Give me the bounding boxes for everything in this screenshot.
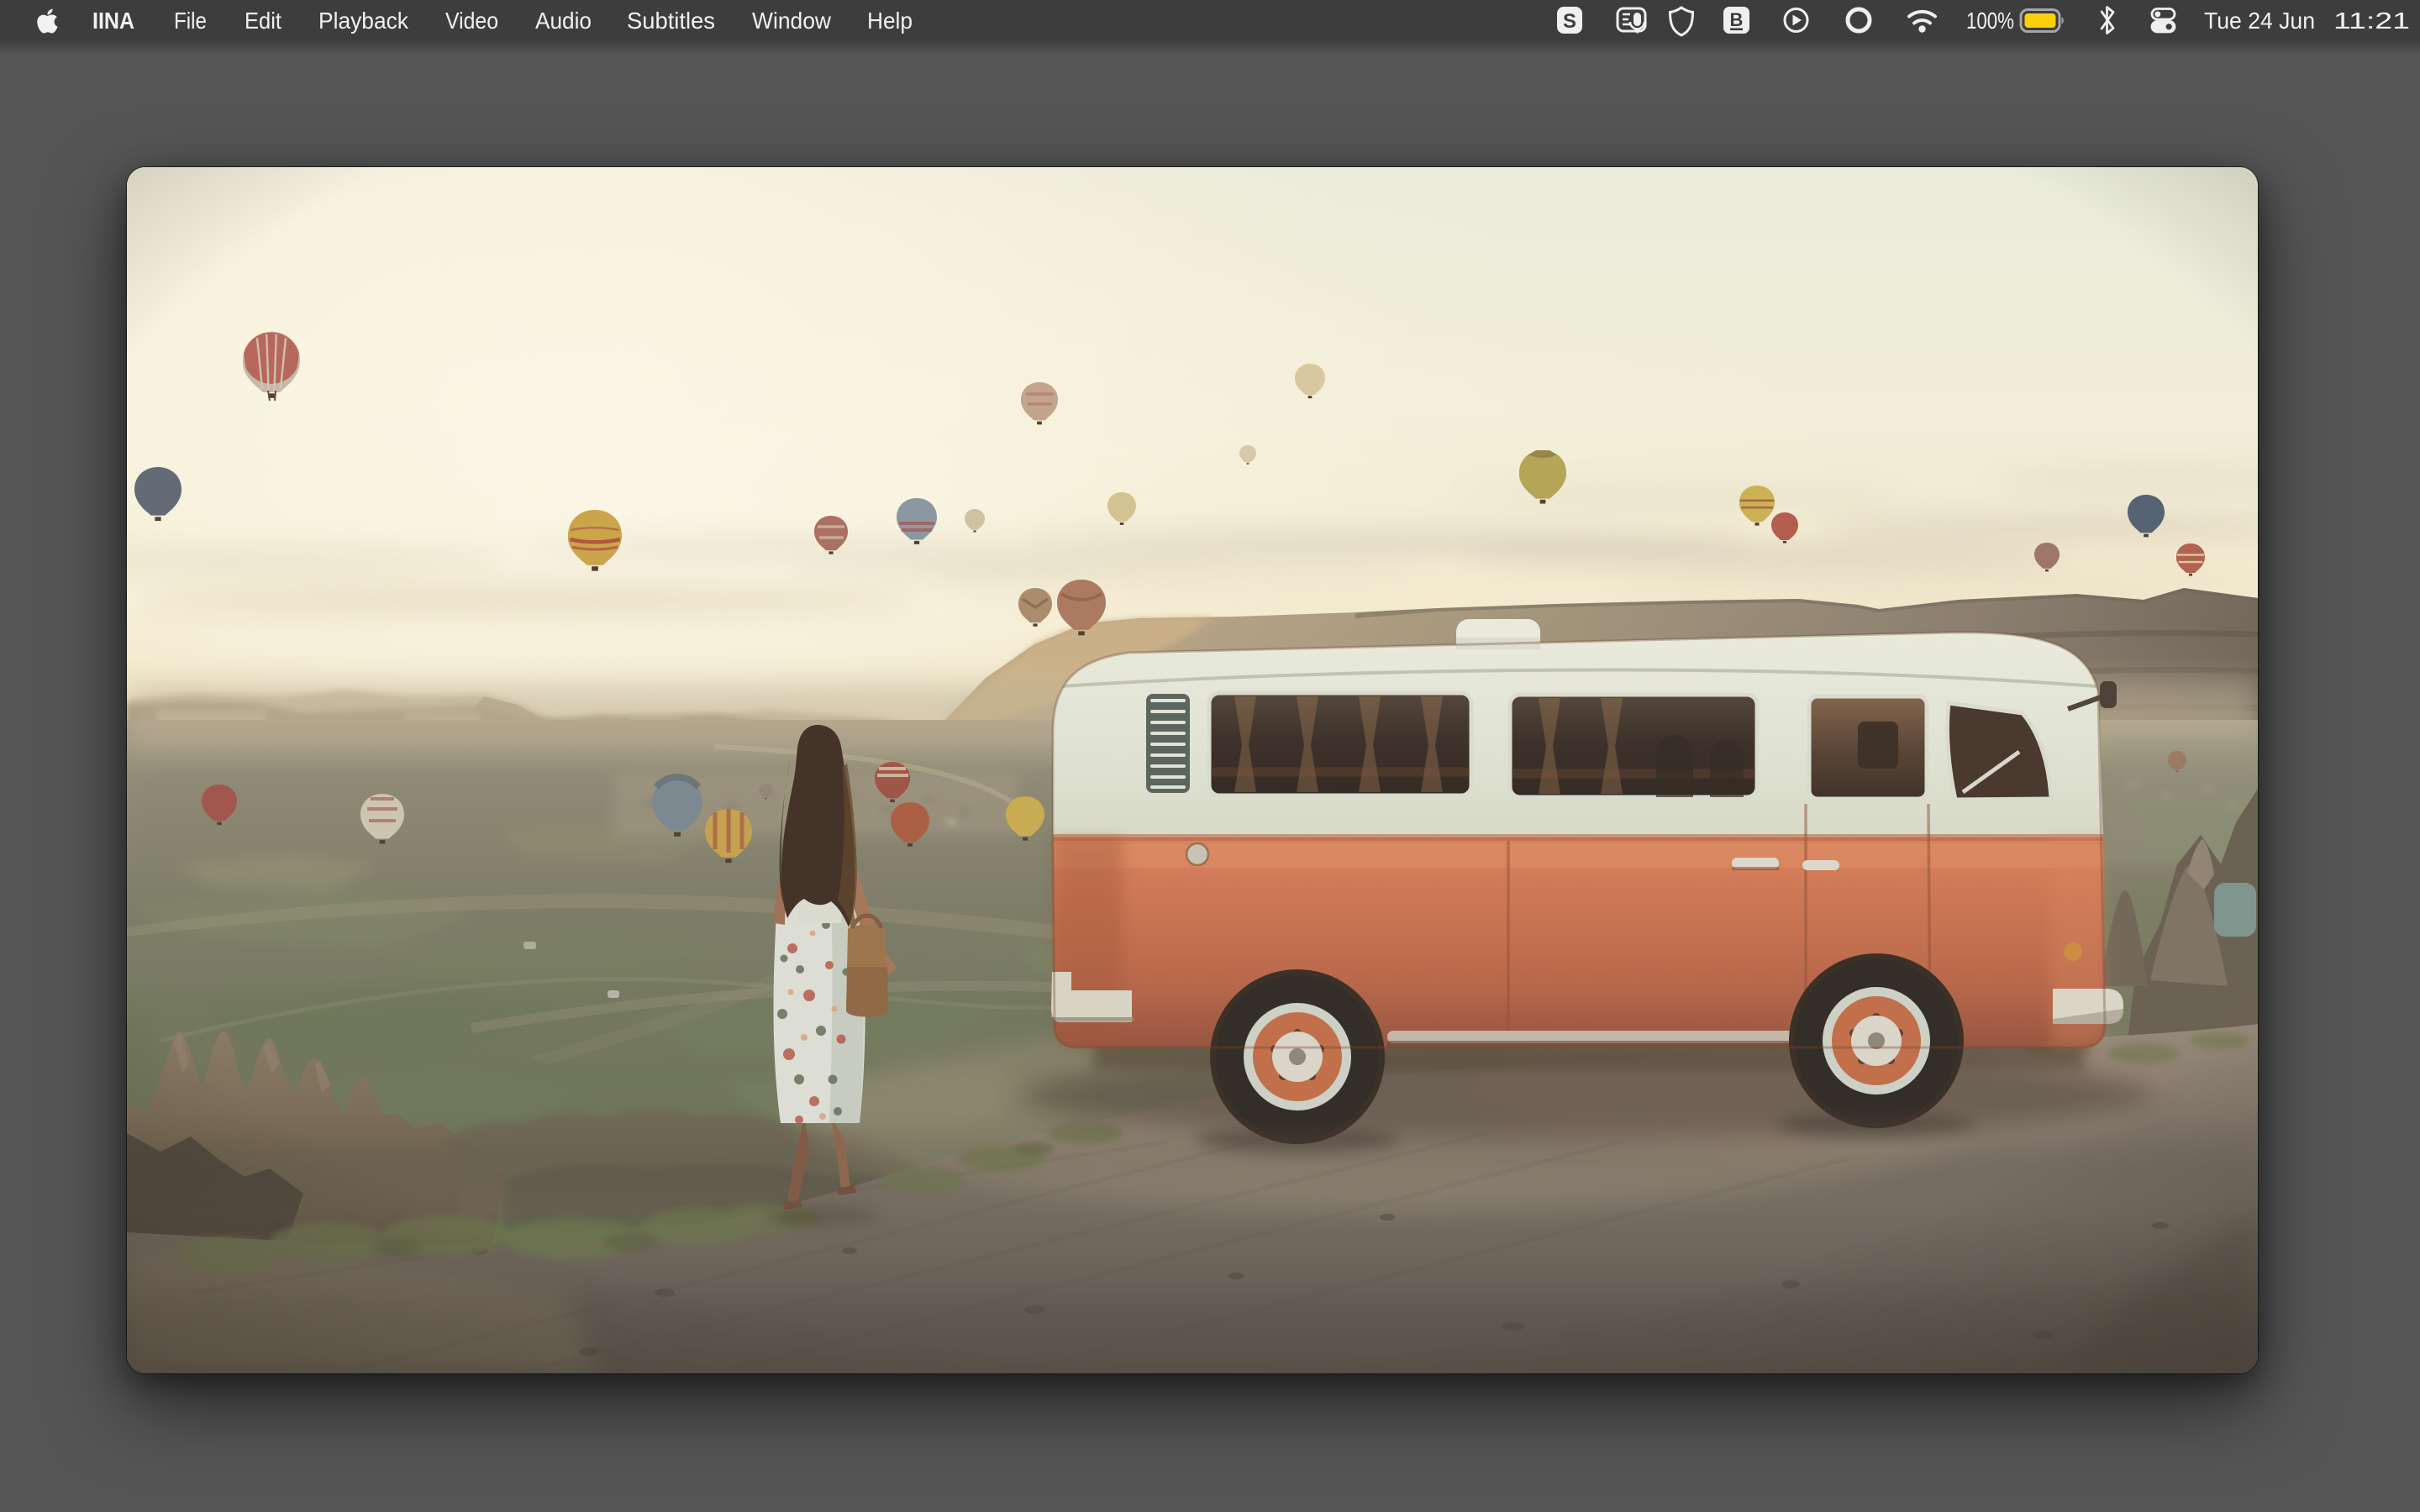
svg-text:11:21: 11:21: [2333, 8, 2410, 34]
svg-text:100%: 100%: [1966, 8, 2014, 34]
svg-text:File: File: [174, 8, 207, 34]
svg-text:B: B: [1730, 9, 1744, 30]
svg-text:Help: Help: [867, 8, 913, 34]
svg-text:Video: Video: [445, 8, 498, 34]
svg-text:Edit: Edit: [245, 8, 281, 34]
svg-text:Subtitles: Subtitles: [627, 8, 715, 34]
svg-text:Window: Window: [752, 8, 832, 34]
svg-text:Playback: Playback: [318, 8, 409, 34]
svg-text:Tue 24 Jun: Tue 24 Jun: [2204, 8, 2315, 34]
svg-text:Audio: Audio: [535, 8, 592, 34]
svg-text:S: S: [1563, 10, 1576, 33]
svg-text:IINA: IINA: [92, 8, 134, 34]
